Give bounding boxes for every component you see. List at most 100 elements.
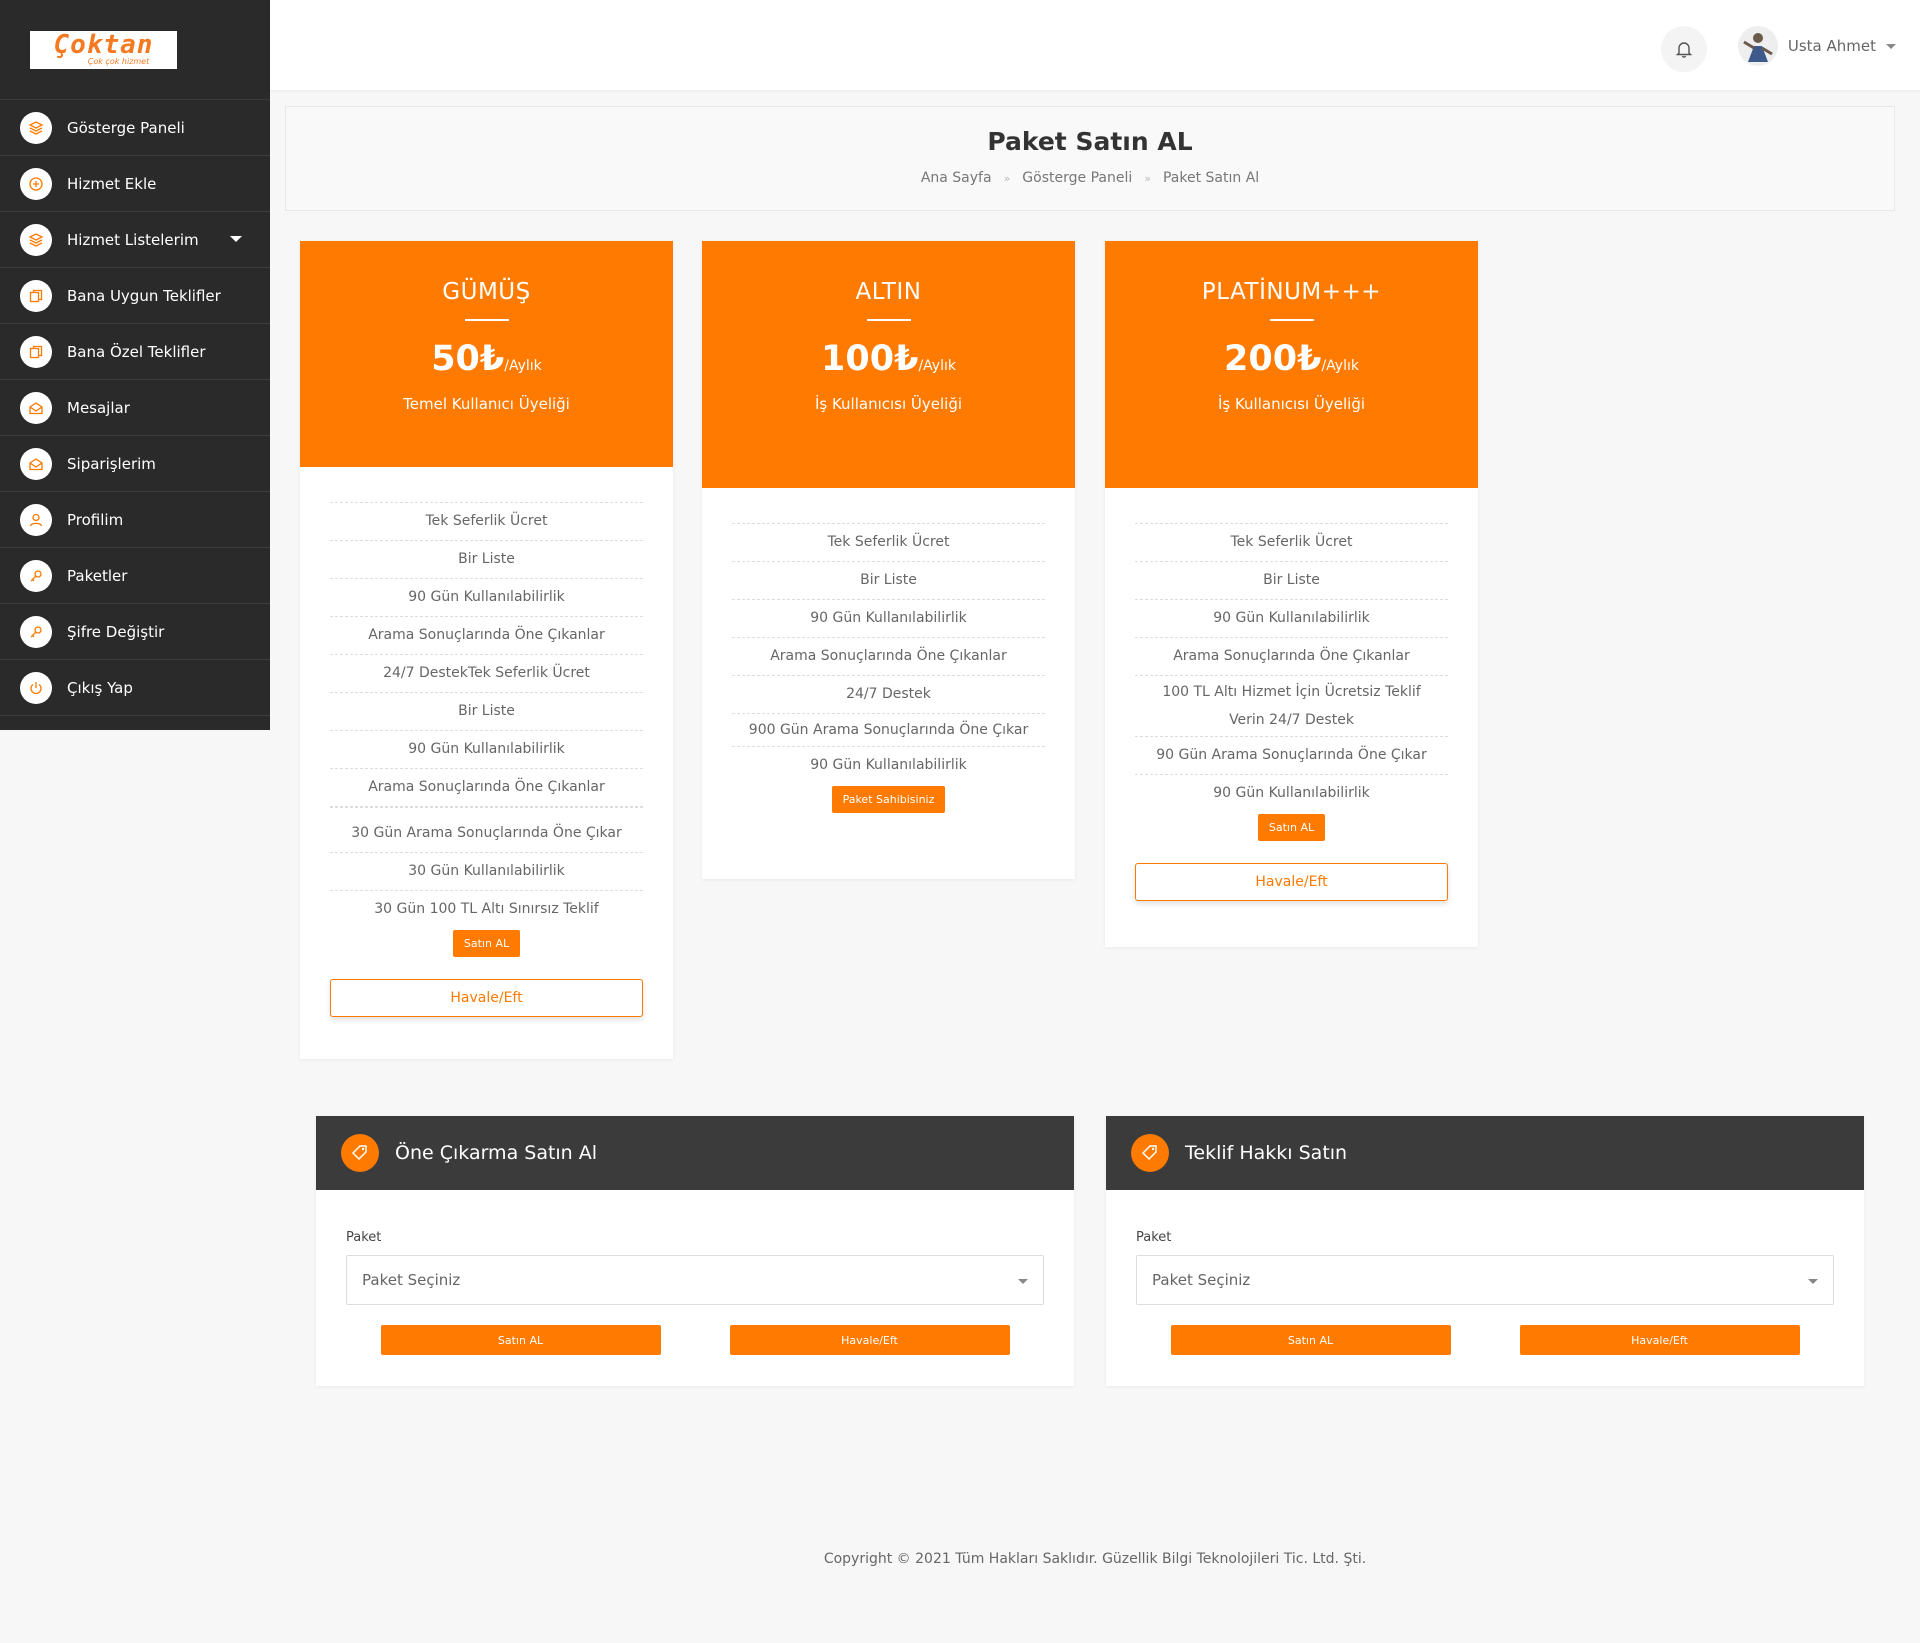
feature-item: 24/7 DestekTek Seferlik Ücret	[330, 655, 643, 693]
sidebar-item-label: Paketler	[67, 566, 128, 585]
feature-item: 24/7 Destek	[732, 676, 1045, 714]
plus-circle-icon	[20, 167, 52, 200]
feature-list: Tek Seferlik Ücret Bir Liste 90 Gün Kull…	[1135, 523, 1448, 812]
chevron-down-icon	[1018, 1279, 1028, 1284]
power-icon	[20, 671, 52, 704]
bank-transfer-button[interactable]: Havale/Eft	[1135, 863, 1448, 901]
logo[interactable]: Çoktan Çok çok hizmet	[30, 30, 177, 69]
plan-description: İş Kullanıcısı Üyeliği	[1217, 395, 1366, 413]
feature-item: 90 Gün Kullanılabilirlik	[1213, 785, 1370, 801]
price-period: /Aylık	[504, 358, 542, 374]
sidebar-item-label: Şifre Değiştir	[67, 622, 165, 641]
plan-name: GÜMÜŞ	[442, 279, 531, 305]
copy-icon	[20, 335, 52, 368]
divider	[866, 319, 911, 321]
tag-icon	[341, 1134, 379, 1172]
top-header: Usta Ahmet	[270, 0, 1920, 90]
sidebar-item-packages[interactable]: Paketler	[0, 548, 270, 604]
field-label: Paket	[1136, 1230, 1172, 1245]
key-icon	[20, 559, 52, 592]
breadcrumb-home[interactable]: Ana Sayfa	[921, 170, 992, 186]
divider	[464, 319, 509, 321]
buy-button[interactable]: Satın AL	[452, 930, 521, 957]
feature-item: Bir Liste	[732, 562, 1045, 600]
panel-header: Öne Çıkarma Satın Al	[316, 1116, 1074, 1190]
panel-body: Paket Paket Seçiniz Satın AL Havale/Eft	[1106, 1190, 1864, 1355]
feature-item: Tek Seferlik Ücret	[732, 524, 1045, 562]
feature-item: 90 Gün Kullanılabilirlik	[732, 600, 1045, 638]
logo-tagline: Çok çok hizmet	[87, 57, 150, 66]
sidebar-item-label: Çıkış Yap	[67, 678, 133, 697]
feature-item: 900 Gün Arama Sonuçlarında Öne Çıkar	[732, 714, 1045, 747]
plan-description: İş Kullanıcısı Üyeliği	[814, 395, 963, 413]
copy-icon	[20, 279, 52, 312]
price-period: /Aylık	[1321, 358, 1359, 374]
sidebar-item-service-lists[interactable]: Hizmet Listelerim	[0, 212, 270, 268]
user-menu[interactable]: Usta Ahmet	[1737, 26, 1896, 66]
avatar	[1737, 26, 1778, 66]
feature-list: Tek Seferlik Ücret Bir Liste 90 Gün Kull…	[330, 502, 643, 928]
plan-price: 100₺/Aylık	[702, 339, 1075, 379]
price-amount: 50₺	[431, 339, 505, 379]
sidebar-item-logout[interactable]: Çıkış Yap	[0, 660, 270, 716]
feature-list: Tek Seferlik Ücret Bir Liste 90 Gün Kull…	[732, 523, 1045, 784]
bank-transfer-button[interactable]: Havale/Eft	[330, 979, 643, 1017]
sidebar-item-label: Mesajlar	[67, 398, 130, 417]
plan-header: PLATİNUM+++ 200₺/Aylık İş Kullanıcısı Üy…	[1105, 241, 1478, 488]
breadcrumb-separator-icon: »	[1144, 171, 1151, 185]
price-period: /Aylık	[918, 358, 956, 374]
sidebar-item-change-password[interactable]: Şifre Değiştir	[0, 604, 270, 660]
notifications-button[interactable]	[1661, 26, 1707, 72]
panel-actions: Satın AL Havale/Eft	[346, 1325, 1044, 1355]
breadcrumb-separator-icon: »	[1003, 171, 1011, 185]
buy-button[interactable]: Satın AL	[380, 1325, 661, 1355]
owned-package-button[interactable]: Paket Sahibisiniz	[831, 786, 946, 813]
bank-transfer-button[interactable]: Havale/Eft	[1519, 1325, 1800, 1355]
logo-text: Çoktan	[53, 30, 154, 60]
feature-item: Tek Seferlik Ücret	[330, 503, 643, 541]
breadcrumb-dashboard[interactable]: Gösterge Paneli	[1022, 170, 1132, 186]
feature-item: Arama Sonuçlarında Öne Çıkanlar	[732, 638, 1045, 676]
tag-icon	[1131, 1134, 1169, 1172]
sidebar-item-label: Profilim	[67, 510, 124, 529]
sidebar-item-suitable-offers[interactable]: Bana Uygun Teklifler	[0, 268, 270, 324]
sidebar-item-orders[interactable]: Siparişlerim	[0, 436, 270, 492]
plan-header: GÜMÜŞ 50₺/Aylık Temel Kullanıcı Üyeliği	[300, 241, 673, 467]
price-amount: 100₺	[821, 339, 919, 379]
chevron-down-icon	[230, 236, 242, 242]
chevron-down-icon	[1886, 43, 1896, 49]
buy-button[interactable]: Satın AL	[1257, 814, 1326, 841]
plan-card-platinum: PLATİNUM+++ 200₺/Aylık İş Kullanıcısı Üy…	[1105, 241, 1478, 947]
feature-item: 90 Gün Kullanılabilirlik	[1135, 600, 1448, 638]
plan-name: ALTIN	[855, 279, 922, 305]
sidebar-item-messages[interactable]: Mesajlar	[0, 380, 270, 436]
feature-item: 100 TL Altı Hizmet İçin Ücretsiz Teklif …	[1135, 676, 1448, 737]
plan-price: 50₺/Aylık	[300, 339, 673, 379]
sidebar-menu: Gösterge Paneli Hizmet Ekle Hizmet Liste…	[0, 100, 270, 716]
package-select[interactable]: Paket Seçiniz	[346, 1255, 1044, 1305]
page-title: Paket Satın AL	[987, 127, 1193, 156]
sidebar-item-dashboard[interactable]: Gösterge Paneli	[0, 100, 270, 156]
plan-card-gold: ALTIN 100₺/Aylık İş Kullanıcısı Üyeliği …	[702, 241, 1075, 879]
plan-price: 200₺/Aylık	[1105, 339, 1478, 379]
feature-item: Bir Liste	[1135, 562, 1448, 600]
sidebar-item-label: Gösterge Paneli	[67, 118, 185, 137]
sidebar-item-label: Hizmet Listelerim	[67, 230, 199, 249]
sidebar-item-label: Hizmet Ekle	[67, 174, 157, 193]
buy-button[interactable]: Satın AL	[1170, 1325, 1451, 1355]
logo-area: Çoktan Çok çok hizmet	[0, 0, 270, 100]
sidebar-item-special-offers[interactable]: Bana Özel Teklifler	[0, 324, 270, 380]
package-select[interactable]: Paket Seçiniz	[1136, 1255, 1834, 1305]
bank-transfer-button[interactable]: Havale/Eft	[729, 1325, 1010, 1355]
feature-item: 90 Gün Kullanılabilirlik	[330, 731, 643, 769]
select-value: Paket Seçiniz	[362, 1271, 461, 1289]
feature-item: Arama Sonuçlarında Öne Çıkanlar	[1135, 638, 1448, 676]
layers-icon	[20, 223, 52, 256]
offer-right-purchase-panel: Teklif Hakkı Satın Paket Paket Seçiniz S…	[1106, 1116, 1864, 1386]
feature-item: Bir Liste	[330, 541, 643, 579]
feature-item: 30 Gün Kullanılabilirlik	[330, 853, 643, 891]
plan-header: ALTIN 100₺/Aylık İş Kullanıcısı Üyeliği	[702, 241, 1075, 488]
sidebar-item-add-service[interactable]: Hizmet Ekle	[0, 156, 270, 212]
sidebar-item-profile[interactable]: Profilim	[0, 492, 270, 548]
divider	[1269, 319, 1314, 321]
